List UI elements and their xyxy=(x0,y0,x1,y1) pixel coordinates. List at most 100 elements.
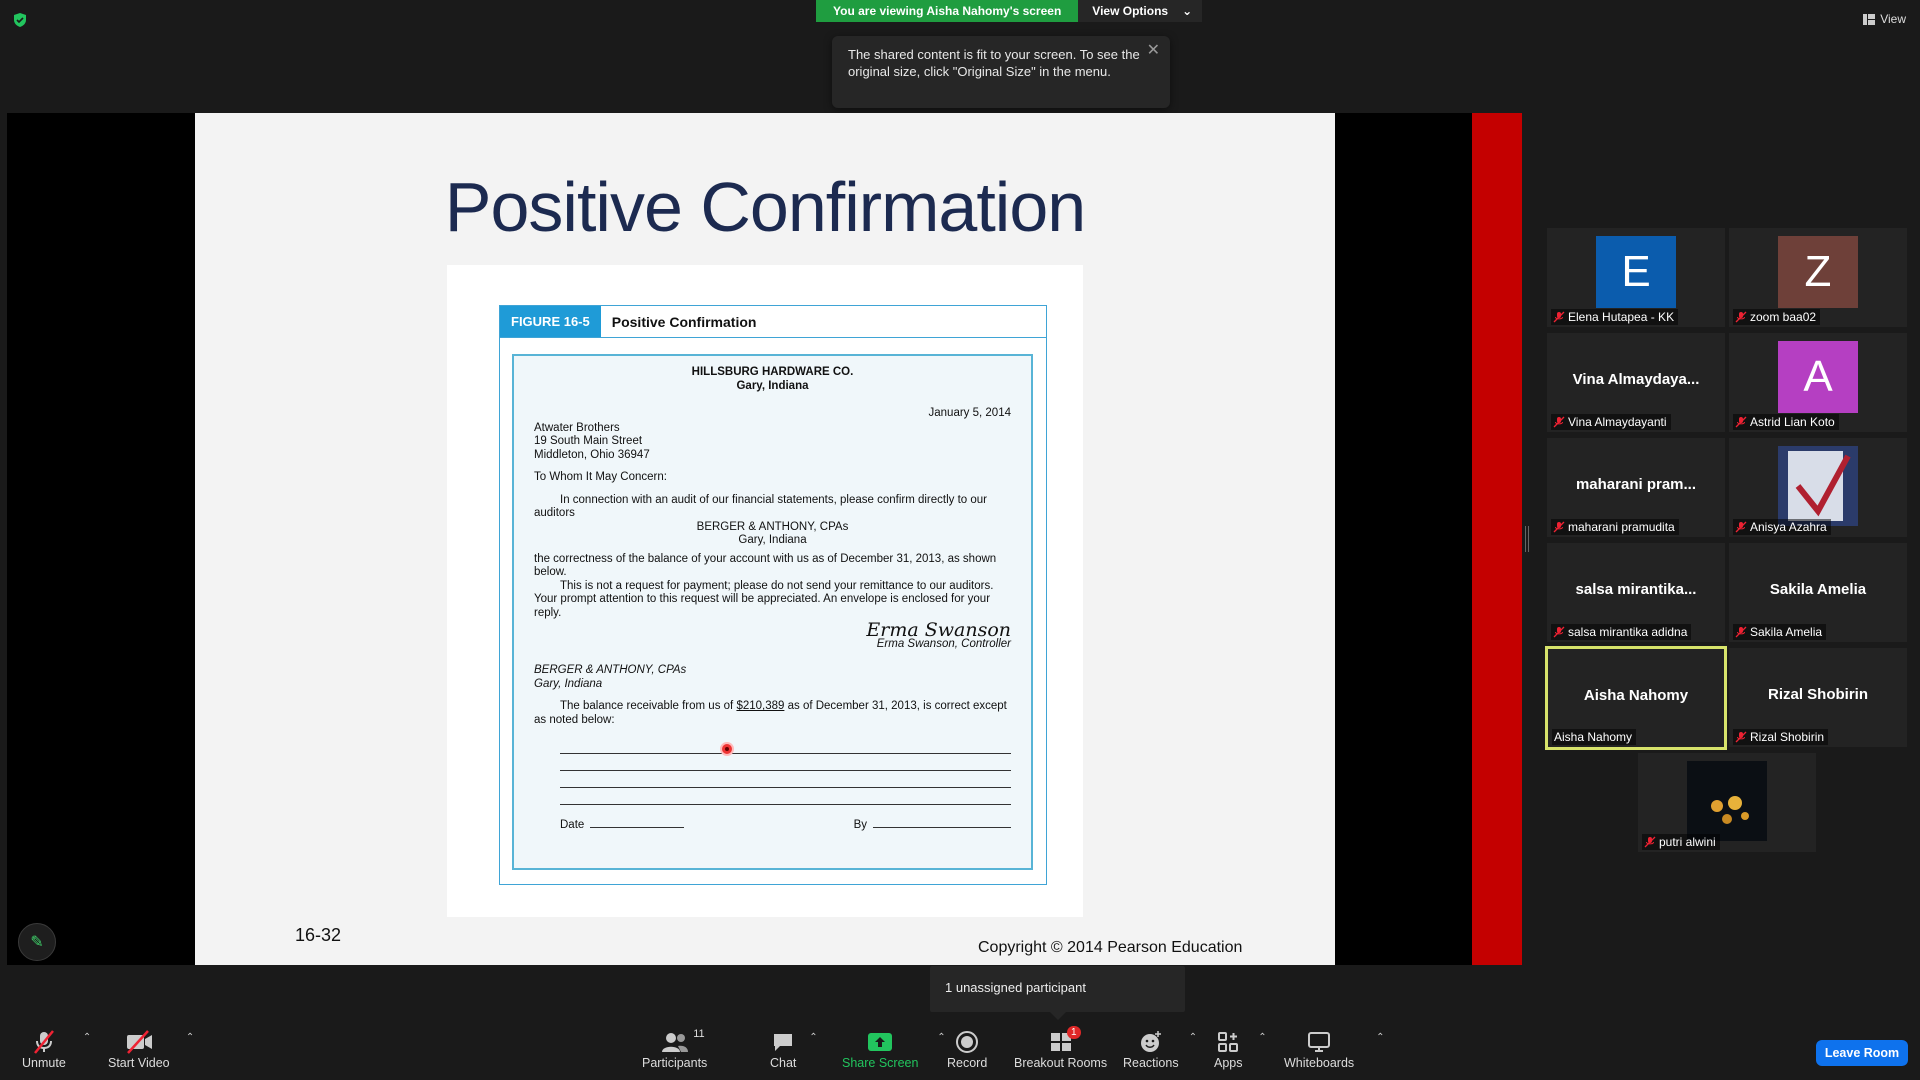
view-options-label: View Options xyxy=(1092,4,1169,18)
participants-label: Participants xyxy=(642,1056,708,1070)
tooltip-text: The shared content is fit to your screen… xyxy=(848,47,1140,79)
chat-label: Chat xyxy=(770,1056,797,1070)
company-name: HILLSBURG HARDWARE CO. xyxy=(691,366,854,378)
laser-pointer xyxy=(720,742,734,756)
participant-label: Elena Hutapea - KK xyxy=(1551,309,1679,325)
share-screen-icon xyxy=(868,1033,893,1051)
participant-tile-active-speaker[interactable]: Aisha Nahomy Aisha Nahomy xyxy=(1545,646,1727,750)
balance-statement: The balance receivable from us of $210,3… xyxy=(534,700,1011,727)
participant-tile[interactable]: A Astrid Lian Koto xyxy=(1729,333,1907,432)
exception-line xyxy=(560,804,1011,805)
chevron-up-icon[interactable]: ⌃ xyxy=(83,1032,91,1043)
annotate-pencil-icon[interactable]: ✎ xyxy=(18,923,56,961)
record-label: Record xyxy=(947,1056,988,1070)
close-icon[interactable]: ✕ xyxy=(1147,42,1160,59)
reply-to-city: Gary, Indiana xyxy=(534,677,603,690)
participant-name: putri alwini xyxy=(1659,835,1716,849)
balance-text-pre: The balance receivable from us of xyxy=(560,700,734,712)
participant-display-name: Aisha Nahomy xyxy=(1583,687,1689,704)
date-by-row: Date By xyxy=(534,819,1011,833)
avatar: Z xyxy=(1778,236,1858,308)
address-line-2: 19 South Main Street xyxy=(534,435,643,447)
avatar: A xyxy=(1778,341,1858,413)
start-video-button[interactable]: ⌃ Start Video xyxy=(108,1028,194,1074)
breakout-rooms-label: Breakout Rooms xyxy=(1014,1056,1108,1070)
exception-line xyxy=(560,787,1011,788)
date-line xyxy=(590,827,685,828)
share-screen-button[interactable]: ⌃ Share Screen xyxy=(842,1028,946,1074)
fit-screen-tooltip: The shared content is fit to your screen… xyxy=(832,36,1170,108)
participant-label: Anisya Azahra xyxy=(1733,519,1831,535)
participant-label: Astrid Lian Koto xyxy=(1733,414,1839,430)
chevron-down-icon: ⌄ xyxy=(1182,4,1193,18)
viewing-status-text: You are viewing Aisha Nahomy's screen xyxy=(816,0,1079,22)
record-button[interactable]: Record xyxy=(947,1028,987,1074)
mic-muted-icon xyxy=(1553,311,1565,323)
reactions-button[interactable]: ⌃ Reactions xyxy=(1123,1028,1197,1074)
whiteboard-icon xyxy=(1308,1032,1331,1052)
participants-button[interactable]: 11 Participants xyxy=(642,1028,707,1074)
figure-card: FIGURE 16-5 Positive Confirmation HILLSB… xyxy=(447,265,1083,917)
whiteboards-button[interactable]: ⌃ Whiteboards xyxy=(1284,1028,1384,1074)
by-label: By xyxy=(853,819,867,831)
chevron-up-icon[interactable]: ⌃ xyxy=(186,1032,194,1043)
leave-room-button[interactable]: Leave Room xyxy=(1816,1040,1908,1066)
share-screen-label: Share Screen xyxy=(842,1056,919,1070)
mic-muted-icon xyxy=(1735,731,1747,743)
view-options-button[interactable]: View Options ⌄ xyxy=(1078,0,1203,22)
chevron-up-icon[interactable]: ⌃ xyxy=(937,1032,945,1043)
participant-photo xyxy=(1687,761,1767,841)
participant-tile[interactable]: Sakila Amelia Sakila Amelia xyxy=(1729,543,1907,642)
chevron-up-icon[interactable]: ⌃ xyxy=(1258,1032,1266,1043)
apps-icon xyxy=(1218,1032,1239,1052)
unmute-button[interactable]: ⌃ Unmute xyxy=(22,1028,91,1074)
whiteboards-label: Whiteboards xyxy=(1284,1056,1355,1070)
participant-label: Aisha Nahomy xyxy=(1552,729,1637,745)
chevron-up-icon[interactable]: ⌃ xyxy=(1189,1032,1197,1043)
confirmation-letter: HILLSBURG HARDWARE CO. Gary, Indiana Jan… xyxy=(512,354,1033,870)
apps-button[interactable]: ⌃ Apps xyxy=(1214,1028,1267,1074)
signature: Erma Swanson xyxy=(866,619,1011,641)
shared-screen: Positive Confirmation FIGURE 16-5 Positi… xyxy=(7,113,1522,965)
participant-tile[interactable]: Z zoom baa02 xyxy=(1729,228,1907,327)
participant-tile[interactable]: Vina Almaydaya... Vina Almaydayanti xyxy=(1547,333,1725,432)
chevron-up-icon[interactable]: ⌃ xyxy=(809,1032,817,1043)
mic-muted-icon xyxy=(1735,626,1747,638)
figure-box: FIGURE 16-5 Positive Confirmation HILLSB… xyxy=(499,305,1047,885)
paragraph-2: the correctness of the balance of your a… xyxy=(534,552,997,579)
resize-handle[interactable] xyxy=(1525,526,1529,552)
slide-number: 16-32 xyxy=(295,925,342,945)
auditor-name: BERGER & ANTHONY, CPAs xyxy=(696,520,849,533)
mic-muted-icon xyxy=(1735,416,1747,428)
participant-tile[interactable]: maharani pram... maharani pramudita xyxy=(1547,438,1725,537)
participant-tile[interactable]: putri alwini xyxy=(1638,753,1816,852)
encryption-shield-icon[interactable] xyxy=(12,12,28,28)
apps-label: Apps xyxy=(1214,1056,1243,1070)
view-button[interactable]: View xyxy=(1863,12,1906,26)
slide-copyright: Copyright © 2014 Pearson Education xyxy=(978,939,1243,956)
participant-name: Astrid Lian Koto xyxy=(1750,415,1835,429)
video-off-icon xyxy=(126,1030,152,1054)
participant-tile[interactable]: Rizal Shobirin Rizal Shobirin xyxy=(1729,648,1907,747)
participants-icon xyxy=(661,1033,688,1052)
participant-name: Rizal Shobirin xyxy=(1750,730,1825,744)
viewing-banner: You are viewing Aisha Nahomy's screen Vi… xyxy=(816,0,1203,22)
reactions-label: Reactions xyxy=(1123,1056,1179,1070)
participant-tile[interactable]: Anisya Azahra xyxy=(1729,438,1907,537)
slide-red-bar xyxy=(1472,113,1522,965)
chevron-up-icon[interactable]: ⌃ xyxy=(1376,1032,1384,1043)
chat-button[interactable]: ⌃ Chat xyxy=(770,1028,818,1074)
paragraph-3: This is not a request for payment; pleas… xyxy=(534,579,994,619)
participant-tile[interactable]: E Elena Hutapea - KK xyxy=(1547,228,1725,327)
figure-title: Positive Confirmation xyxy=(611,314,757,330)
mic-muted-icon xyxy=(1553,626,1565,638)
participant-label: Sakila Amelia xyxy=(1733,624,1827,640)
company-city: Gary, Indiana xyxy=(736,379,809,392)
reply-to-name: BERGER & ANTHONY, CPAs xyxy=(534,664,687,676)
breakout-rooms-button[interactable]: 1 Breakout Rooms xyxy=(1014,1026,1108,1074)
paragraph-1: In connection with an audit of our finan… xyxy=(534,493,988,520)
participant-tile[interactable]: salsa mirantika... salsa mirantika adidn… xyxy=(1547,543,1725,642)
mic-muted-icon xyxy=(1735,311,1747,323)
slide-title: Positive Confirmation xyxy=(444,168,1086,246)
unassigned-participant-tooltip: 1 unassigned participant xyxy=(930,966,1185,1020)
